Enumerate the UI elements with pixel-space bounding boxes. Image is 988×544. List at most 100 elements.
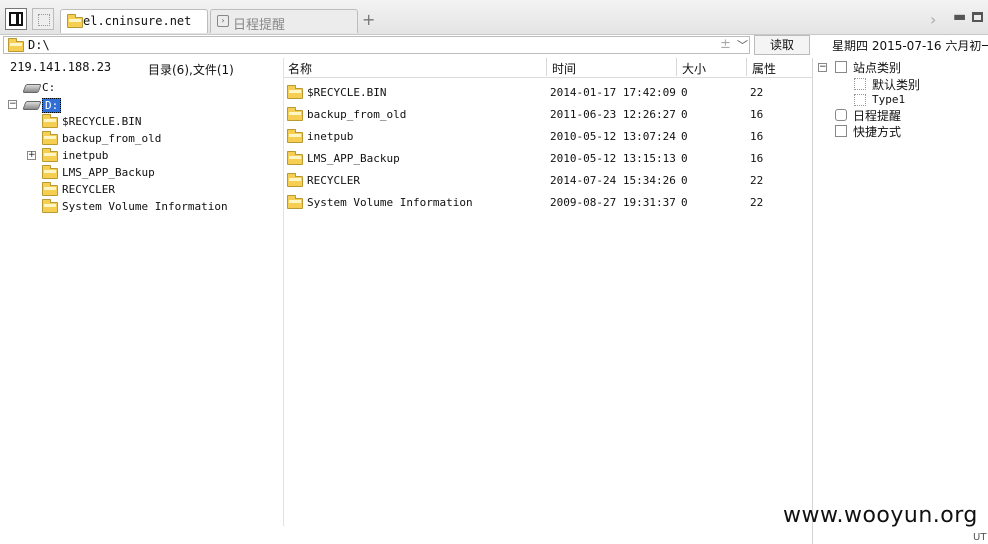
tab-schedule[interactable]: › 日程提醒 (210, 9, 358, 33)
tree-folder-label: inetpub (62, 149, 109, 162)
folder-icon (42, 182, 58, 196)
file-time: 2011-06-23 12:26:27 (550, 108, 676, 121)
file-name: backup_from_old (307, 108, 407, 121)
column-divider[interactable] (746, 58, 747, 76)
file-attr: 22 (750, 86, 764, 99)
calendar-icon: › (217, 15, 229, 27)
chevron-down-icon[interactable]: ﹀ (737, 37, 748, 53)
folder-icon (8, 38, 24, 52)
chevron-right-icon[interactable]: › (930, 10, 936, 29)
file-attr: 16 (750, 108, 764, 121)
file-row[interactable]: System Volume Information 2009-08-27 19:… (286, 193, 806, 213)
address-input[interactable]: D:\ (28, 38, 50, 52)
schedule-reminder[interactable]: 日程提醒 (853, 107, 901, 124)
file-size: 0 (681, 130, 688, 143)
expand-icon[interactable]: ± (720, 37, 731, 52)
folder-icon (67, 14, 83, 28)
collapse-icon[interactable]: − (818, 63, 827, 72)
hard-drive-icon (22, 84, 42, 93)
category-icon (835, 61, 847, 73)
new-tab-button[interactable]: + (362, 12, 375, 28)
file-attr: 16 (750, 130, 764, 143)
file-size: 0 (681, 196, 688, 209)
category-type1[interactable]: Type1 (872, 93, 905, 106)
folder-icon (287, 173, 303, 187)
file-name: System Volume Information (307, 196, 473, 209)
file-row[interactable]: LMS_APP_Backup 2010-05-12 13:15:13 0 16 (286, 149, 806, 169)
file-row[interactable]: RECYCLER 2014-07-24 15:34:26 0 22 (286, 171, 806, 191)
category-item-icon (854, 78, 866, 90)
column-size[interactable]: 大小 (682, 60, 706, 77)
tree-folder-label: System Volume Information (62, 200, 228, 213)
file-row[interactable]: inetpub 2010-05-12 13:07:24 0 16 (286, 127, 806, 147)
address-bar[interactable]: D:\ ± ﹀ (3, 36, 750, 54)
calendar-icon (835, 109, 847, 121)
file-name: inetpub (307, 130, 354, 143)
server-ip: 219.141.188.23 (10, 60, 112, 74)
tree-folder-label: backup_from_old (62, 132, 162, 145)
file-name: $RECYCLE.BIN (307, 86, 387, 99)
tree-folder-label: RECYCLER (62, 183, 115, 196)
status-text: UT (973, 532, 987, 543)
tab-bar: el.cninsure.net › 日程提醒 + › ▬ (0, 0, 988, 35)
folder-icon (42, 131, 58, 145)
column-divider[interactable] (676, 58, 677, 76)
tree-folder-label: $RECYCLE.BIN (62, 115, 142, 128)
expand-icon[interactable]: + (27, 151, 36, 160)
file-attr: 22 (750, 174, 764, 187)
folder-icon (287, 85, 303, 99)
column-attr[interactable]: 属性 (752, 60, 776, 77)
file-time: 2014-01-17 17:42:09 (550, 86, 676, 99)
folder-icon (287, 129, 303, 143)
collapse-icon[interactable]: − (8, 100, 17, 109)
file-row[interactable]: backup_from_old 2011-06-23 12:26:27 0 16 (286, 105, 806, 125)
file-time: 2014-07-24 15:34:26 (550, 174, 676, 187)
folder-icon (42, 148, 58, 162)
drive-label-selected: D: (42, 98, 62, 113)
minimize-icon[interactable]: ▬ (953, 9, 966, 25)
site-category-root[interactable]: 站点类别 (853, 59, 901, 76)
category-default[interactable]: 默认类别 (872, 76, 920, 93)
watermark: www.wooyun.org (783, 503, 978, 528)
shortcuts[interactable]: 快捷方式 (853, 123, 901, 140)
blank-page-icon (38, 14, 50, 26)
file-name: LMS_APP_Backup (307, 152, 400, 165)
shortcut-icon (835, 125, 847, 137)
file-attr: 22 (750, 196, 764, 209)
folder-icon (287, 107, 303, 121)
directory-count: 目录(6),文件(1) (148, 63, 234, 77)
tab-file-manager[interactable]: el.cninsure.net (60, 9, 208, 33)
file-size: 0 (681, 108, 688, 121)
folder-icon (287, 151, 303, 165)
column-header (284, 58, 812, 78)
column-name[interactable]: 名称 (288, 60, 312, 77)
panel-toggle-button[interactable] (5, 8, 27, 30)
folder-icon (42, 114, 58, 128)
column-divider[interactable] (546, 58, 547, 76)
file-time: 2009-08-27 19:31:37 (550, 196, 676, 209)
panel-icon (9, 12, 23, 26)
tree-folder-label: LMS_APP_Backup (62, 166, 155, 179)
file-size: 0 (681, 152, 688, 165)
file-row[interactable]: $RECYCLE.BIN 2014-01-17 17:42:09 0 22 (286, 83, 806, 103)
file-size: 0 (681, 86, 688, 99)
file-attr: 16 (750, 152, 764, 165)
tab-label: el.cninsure.net (83, 14, 192, 28)
maximize-icon[interactable] (972, 12, 983, 22)
file-time: 2010-05-12 13:07:24 (550, 130, 676, 143)
folder-icon (42, 165, 58, 179)
read-button[interactable]: 读取 (754, 35, 810, 55)
category-item-icon (854, 94, 866, 106)
hard-drive-icon (22, 101, 42, 110)
splitter-right[interactable] (812, 58, 813, 544)
drive-label: C: (42, 81, 56, 94)
column-time[interactable]: 时间 (552, 60, 576, 77)
folder-icon (287, 195, 303, 209)
file-time: 2010-05-12 13:15:13 (550, 152, 676, 165)
splitter-left[interactable] (283, 58, 284, 526)
file-size: 0 (681, 174, 688, 187)
folder-icon (42, 199, 58, 213)
tab-label: 日程提醒 (233, 18, 286, 33)
date-label: 星期四 2015-07-16 六月初一 (832, 39, 988, 53)
blank-tab-button[interactable] (32, 8, 54, 30)
